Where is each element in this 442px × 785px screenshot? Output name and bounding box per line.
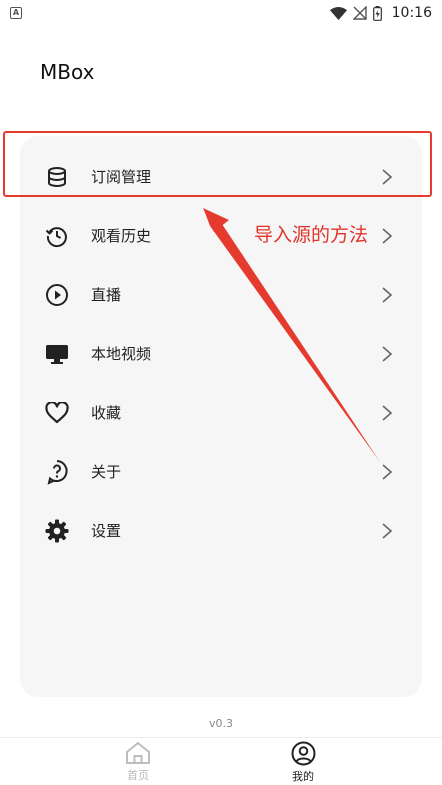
menu-item-label: 本地视频 (91, 345, 152, 363)
monitor-icon (44, 341, 70, 367)
version-label: v0.3 (208, 717, 233, 730)
status-bar: A 10:16 (0, 0, 442, 26)
a-notification-icon: A (10, 7, 22, 19)
menu-item-local-video[interactable]: 本地视频 (20, 324, 422, 383)
bottom-nav: 首页 我的 (0, 737, 442, 785)
wifi-icon (329, 6, 347, 20)
nav-tab-home[interactable]: 首页 (108, 741, 168, 785)
menu-item-favorites[interactable]: 收藏 (20, 383, 422, 442)
menu-item-label: 关于 (91, 463, 122, 481)
menu-item-live[interactable]: 直播 (20, 265, 422, 324)
chevron-right-icon (382, 345, 393, 362)
nav-tab-label: 我的 (292, 770, 314, 783)
chevron-right-icon (382, 522, 393, 539)
chevron-right-icon (382, 463, 393, 480)
nav-tab-mine[interactable]: 我的 (273, 741, 333, 785)
heart-icon (44, 400, 70, 426)
app-title: MBox (40, 60, 95, 84)
annotation-text: 导入源的方法 (254, 224, 369, 246)
menu-item-label: 设置 (91, 522, 122, 540)
status-icons: 10:16 (329, 5, 432, 21)
menu-item-label: 收藏 (91, 404, 122, 422)
history-icon (44, 223, 70, 249)
menu-item-about[interactable]: 关于 (20, 442, 422, 501)
battery-icon (372, 5, 382, 21)
chevron-right-icon (382, 286, 393, 303)
gear-icon (44, 518, 70, 544)
chevron-right-icon (382, 404, 393, 421)
play-circle-icon (44, 282, 70, 308)
status-time: 10:16 (391, 5, 432, 21)
nav-tab-label: 首页 (127, 769, 149, 782)
user-circle-icon (291, 741, 315, 766)
signal-off-icon (352, 6, 367, 20)
menu-item-label: 直播 (91, 286, 122, 304)
help-circle-icon (44, 459, 70, 485)
home-icon (126, 742, 150, 764)
menu-item-label: 观看历史 (91, 227, 152, 245)
chevron-right-icon (382, 227, 393, 244)
menu-item-settings[interactable]: 设置 (20, 501, 422, 560)
annotation-highlight-box (3, 131, 432, 197)
